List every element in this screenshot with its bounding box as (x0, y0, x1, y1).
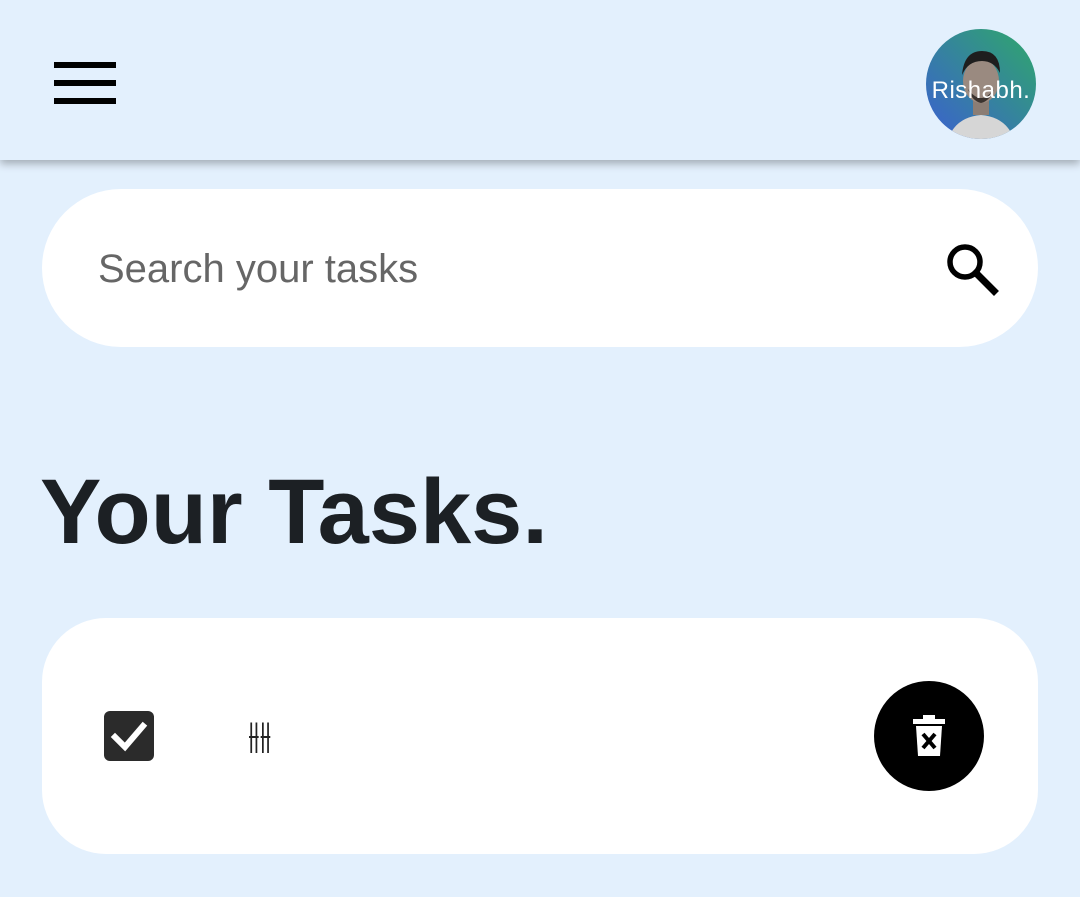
hamburger-menu-icon-bar (54, 80, 116, 86)
avatar-name-text: Rishabh. (931, 77, 1031, 104)
search-input[interactable] (96, 229, 920, 309)
search-icon[interactable] (942, 240, 1002, 300)
avatar[interactable]: Rishabh. (926, 29, 1036, 139)
hamburger-menu-icon-bar (54, 98, 116, 104)
hamburger-menu-icon (54, 62, 116, 68)
task-checkbox[interactable] (104, 711, 154, 761)
search-bar (42, 189, 1038, 347)
page-title: Your Tasks. (40, 461, 548, 563)
delete-task-button[interactable] (874, 681, 984, 791)
menu-button[interactable] (46, 52, 126, 114)
task-text: ⫲⫲ (248, 715, 272, 756)
checkbox-checked-icon (110, 721, 148, 752)
trash-delete-icon (913, 715, 945, 756)
app-bar: Rishabh. (0, 0, 1080, 160)
